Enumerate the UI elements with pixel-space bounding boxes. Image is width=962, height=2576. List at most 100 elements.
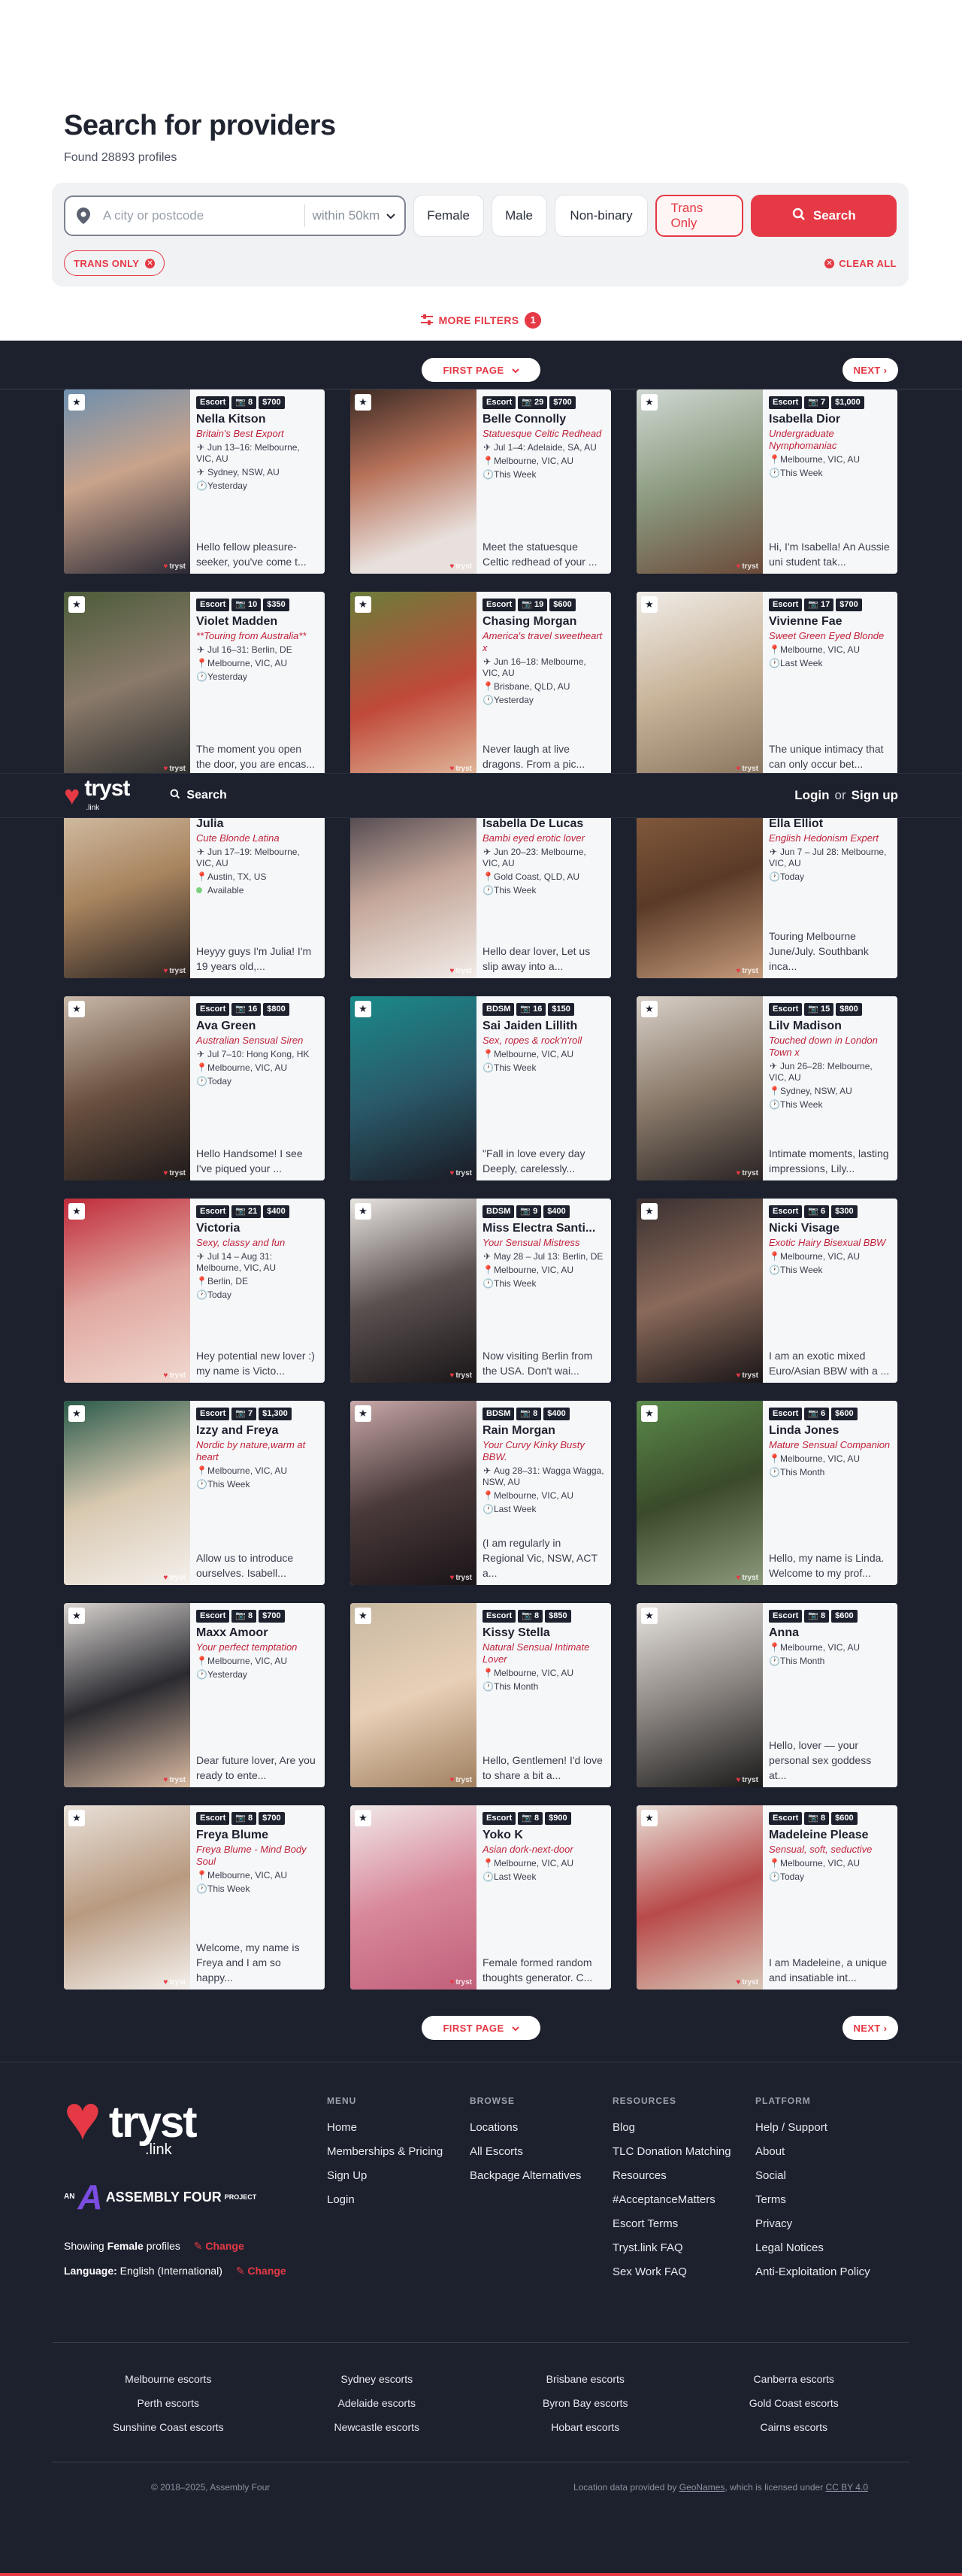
profile-photo[interactable]: ★tryst bbox=[350, 592, 476, 776]
nav-search-link[interactable]: Search bbox=[170, 789, 227, 803]
footer-link[interactable]: All Escorts bbox=[470, 2145, 613, 2158]
star-icon[interactable]: ★ bbox=[355, 1608, 371, 1624]
footer-link[interactable]: Blog bbox=[613, 2121, 755, 2134]
city-link[interactable]: Sunshine Coast escorts bbox=[64, 2421, 273, 2433]
license-link[interactable]: CC BY 4.0 bbox=[826, 2482, 868, 2493]
profile-photo[interactable]: ★tryst bbox=[350, 996, 476, 1180]
change-showing-link[interactable]: ✎ Change bbox=[194, 2240, 244, 2252]
geonames-link[interactable]: GeoNames bbox=[679, 2482, 725, 2493]
star-icon[interactable]: ★ bbox=[641, 1608, 658, 1624]
profile-photo[interactable]: ★tryst bbox=[64, 1603, 190, 1787]
city-link[interactable]: Brisbane escorts bbox=[481, 2373, 690, 2385]
footer-link[interactable]: Terms bbox=[755, 2193, 898, 2206]
profile-name[interactable]: Nicki Visage bbox=[769, 1222, 891, 1235]
city-link[interactable]: Melbourne escorts bbox=[64, 2373, 273, 2385]
profile-name[interactable]: Izzy and Freya bbox=[196, 1424, 319, 1438]
star-icon[interactable]: ★ bbox=[355, 1405, 371, 1422]
tryst-logo[interactable]: ♥ tryst .link bbox=[64, 777, 130, 814]
profile-name[interactable]: Maxx Amoor bbox=[196, 1626, 319, 1640]
profile-name[interactable]: Chasing Morgan bbox=[483, 615, 605, 629]
city-link[interactable]: Newcastle escorts bbox=[273, 2421, 482, 2433]
profile-photo[interactable]: ★tryst bbox=[350, 1199, 476, 1383]
star-icon[interactable]: ★ bbox=[355, 596, 371, 613]
city-link[interactable]: Sydney escorts bbox=[273, 2373, 482, 2385]
gender-male-button[interactable]: Male bbox=[491, 195, 547, 237]
profile-card[interactable]: ★ tryst Escort📷 17$700 Vivienne FaeSweet Gr… bbox=[637, 592, 897, 776]
gender-nonbinary-button[interactable]: Non-binary bbox=[554, 195, 649, 237]
profile-card[interactable]: ★ tryst Escort📷 16$800 Ava Green Australian … bbox=[64, 996, 325, 1180]
profile-card[interactable]: ★ tryst Escort📷 6$300 Nicki Visage Exotic Ha… bbox=[637, 1199, 897, 1383]
footer-link[interactable]: Privacy bbox=[755, 2217, 898, 2230]
profile-photo[interactable]: ★tryst bbox=[637, 794, 763, 978]
star-icon[interactable]: ★ bbox=[355, 394, 371, 411]
star-icon[interactable]: ★ bbox=[641, 1405, 658, 1422]
footer-link[interactable]: Social bbox=[755, 2169, 898, 2182]
signup-link[interactable]: Sign up bbox=[852, 788, 898, 803]
profile-name[interactable]: Kissy Stella bbox=[483, 1626, 605, 1640]
profile-card[interactable]: ★ tryst Escort📷 19$600 Chasing MorganAmeric… bbox=[350, 592, 611, 776]
star-icon[interactable]: ★ bbox=[68, 1405, 85, 1422]
profile-name[interactable]: Nella Kitson bbox=[196, 413, 319, 426]
footer-link[interactable]: Resources bbox=[613, 2169, 755, 2182]
profile-card[interactable]: ★ tryst Escort📷 8$700 Nella Kitson Britain's… bbox=[64, 389, 325, 574]
remove-filter-icon[interactable]: ✕ bbox=[145, 258, 156, 268]
gender-trans-only-button[interactable]: Trans Only bbox=[655, 195, 744, 237]
profile-name[interactable]: Madeleine Please bbox=[769, 1829, 891, 1842]
footer-link[interactable]: Legal Notices bbox=[755, 2241, 898, 2254]
profile-name[interactable]: Victoria bbox=[196, 1222, 319, 1235]
search-button[interactable]: Search bbox=[751, 195, 897, 237]
profile-photo[interactable]: ★tryst bbox=[64, 996, 190, 1180]
star-icon[interactable]: ★ bbox=[641, 1810, 658, 1826]
footer-link[interactable]: Login bbox=[327, 2193, 470, 2206]
assembly-four-logo[interactable]: AN A ASSEMBLY FOUR PROJECT bbox=[64, 2180, 327, 2214]
profile-name[interactable]: Belle Connolly bbox=[483, 413, 605, 426]
footer-link[interactable]: Memberships & Pricing bbox=[327, 2145, 470, 2158]
footer-link[interactable]: Backpage Alternatives bbox=[470, 2169, 613, 2182]
more-filters-button[interactable]: MORE FILTERS 1 bbox=[64, 312, 898, 329]
profile-card[interactable]: ★trystEscort📷 8$800JuliaCute Blonde Lati… bbox=[64, 794, 325, 978]
star-icon[interactable]: ★ bbox=[68, 394, 85, 411]
profile-name[interactable]: Ella Elliot bbox=[769, 817, 891, 831]
profile-card[interactable]: ★ tryst Escort📷 8$600 Anna 📍Melbourne, VIC, … bbox=[637, 1603, 897, 1787]
profile-name[interactable]: Isabella Dior bbox=[769, 413, 891, 426]
profile-name[interactable]: Freya Blume bbox=[196, 1829, 319, 1842]
location-field[interactable]: within 50km bbox=[64, 195, 406, 236]
profile-name[interactable]: Vivienne Fae bbox=[769, 615, 891, 629]
profile-card[interactable]: ★ tryst BDSM📷 16$150 Sai Jaiden Lillith Sex,… bbox=[350, 996, 611, 1180]
profile-photo[interactable]: ★tryst bbox=[350, 794, 476, 978]
change-language-link[interactable]: ✎ Change bbox=[236, 2265, 286, 2277]
footer-link[interactable]: About bbox=[755, 2145, 898, 2158]
profile-photo[interactable]: ★tryst bbox=[64, 1401, 190, 1585]
city-link[interactable]: Gold Coast escorts bbox=[690, 2397, 899, 2409]
radius-select[interactable]: within 50km bbox=[313, 208, 395, 223]
star-icon[interactable]: ★ bbox=[641, 596, 658, 613]
profile-card[interactable]: ★ tryst Escort📷 15$800 Lilv Madison Touched … bbox=[637, 996, 897, 1180]
profile-photo[interactable]: ★tryst bbox=[637, 1199, 763, 1383]
profile-name[interactable]: Linda Jones bbox=[769, 1424, 891, 1438]
city-link[interactable]: Perth escorts bbox=[64, 2397, 273, 2409]
profile-card[interactable]: ★ tryst Escort📷 8$700 Maxx AmoorYour perfec… bbox=[64, 1603, 325, 1787]
footer-link[interactable]: TLC Donation Matching bbox=[613, 2145, 755, 2158]
profile-photo[interactable]: ★tryst bbox=[637, 1603, 763, 1787]
star-icon[interactable]: ★ bbox=[641, 1203, 658, 1220]
star-icon[interactable]: ★ bbox=[68, 1608, 85, 1624]
star-icon[interactable]: ★ bbox=[68, 596, 85, 613]
location-input[interactable] bbox=[103, 208, 297, 223]
login-link[interactable]: Login bbox=[794, 788, 829, 803]
footer-link[interactable]: Locations bbox=[470, 2121, 613, 2134]
profile-card[interactable]: ★ tryst Escort📷 8$850 Kissy StellaNatural S… bbox=[350, 1603, 611, 1787]
profile-photo[interactable]: ★tryst bbox=[350, 389, 476, 574]
profile-name[interactable]: Lilv Madison bbox=[769, 1020, 891, 1033]
star-icon[interactable]: ★ bbox=[68, 1810, 85, 1826]
profile-name[interactable]: Julia bbox=[196, 817, 319, 831]
city-link[interactable]: Hobart escorts bbox=[481, 2421, 690, 2433]
profile-photo[interactable]: ★tryst bbox=[64, 592, 190, 776]
profile-card[interactable]: ★ tryst Escort📷 7$1,000 Isabella Dior Underg… bbox=[637, 389, 897, 574]
first-page-button[interactable]: FIRST PAGE bbox=[422, 358, 540, 382]
footer-link[interactable]: Sign Up bbox=[327, 2169, 470, 2182]
profile-card[interactable]: ★ tryst Escort📷 29$700 Belle Connolly Statue… bbox=[350, 389, 611, 574]
next-page-button[interactable]: NEXT › bbox=[843, 358, 898, 382]
profile-card[interactable]: ★ tryst BDSM📷 9$400 Miss Electra Santi... Yo… bbox=[350, 1199, 611, 1383]
profile-photo[interactable]: ★tryst bbox=[637, 592, 763, 776]
profile-name[interactable]: Miss Electra Santi... bbox=[483, 1222, 605, 1235]
